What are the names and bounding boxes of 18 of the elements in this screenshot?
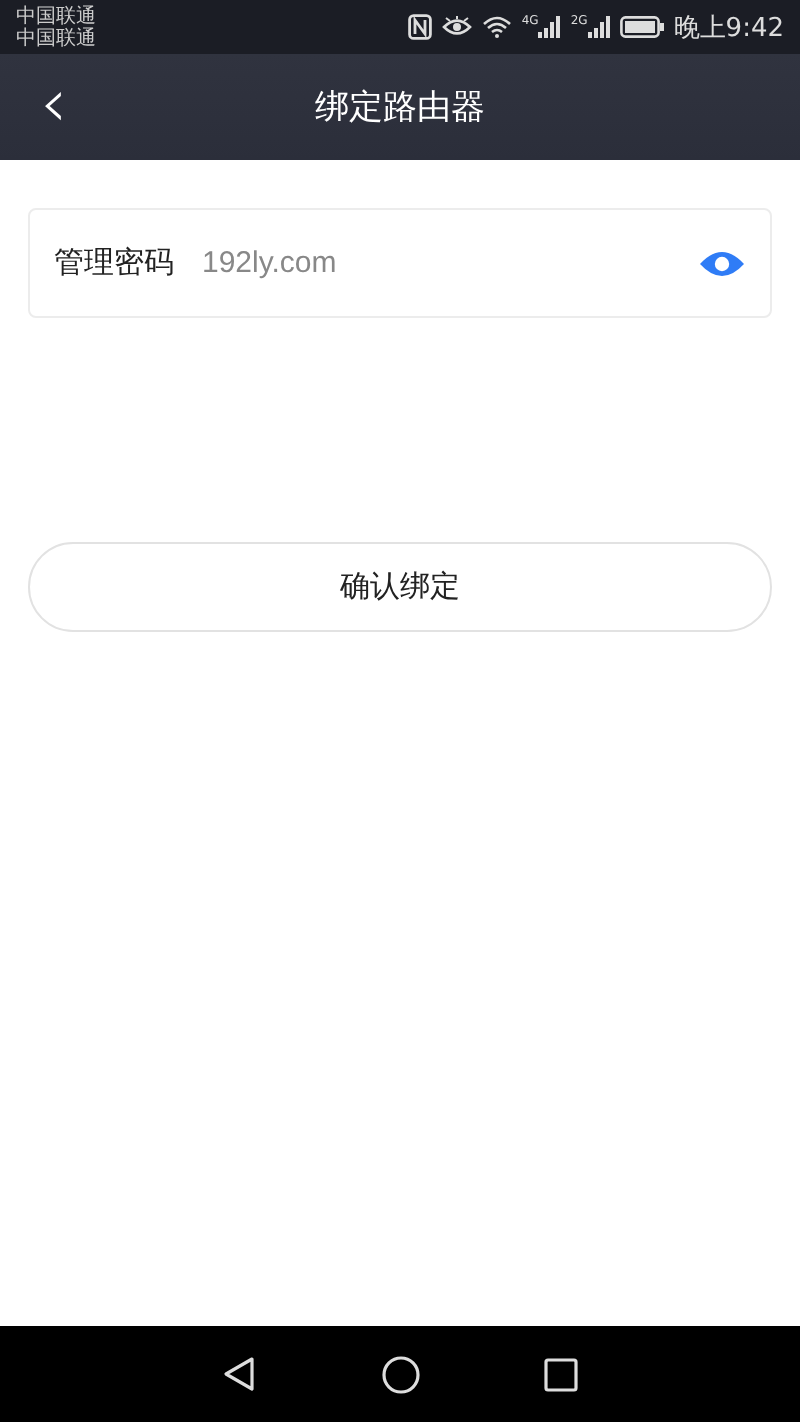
back-button[interactable]: ‹ bbox=[28, 70, 80, 138]
eye-icon bbox=[441, 16, 472, 38]
clock: 晚上9:42 bbox=[673, 11, 784, 45]
carrier-name: 中国联通 bbox=[16, 5, 96, 27]
carrier-name: 中国联通 bbox=[16, 27, 96, 49]
back-icon[interactable] bbox=[222, 1356, 258, 1392]
battery-icon bbox=[619, 16, 664, 38]
confirm-button[interactable]: 确认绑定 bbox=[28, 542, 772, 632]
wifi-icon bbox=[481, 16, 512, 38]
signal-icon bbox=[587, 16, 610, 38]
signal-icon bbox=[538, 16, 561, 38]
eye-icon[interactable] bbox=[698, 247, 746, 279]
password-input[interactable]: 192ly.com bbox=[202, 246, 698, 280]
recents-icon[interactable] bbox=[544, 1357, 578, 1391]
page-title: 绑定路由器 bbox=[315, 86, 485, 130]
home-icon[interactable] bbox=[382, 1355, 420, 1393]
field-label: 管理密码 bbox=[54, 244, 174, 282]
nfc-icon bbox=[407, 14, 432, 40]
